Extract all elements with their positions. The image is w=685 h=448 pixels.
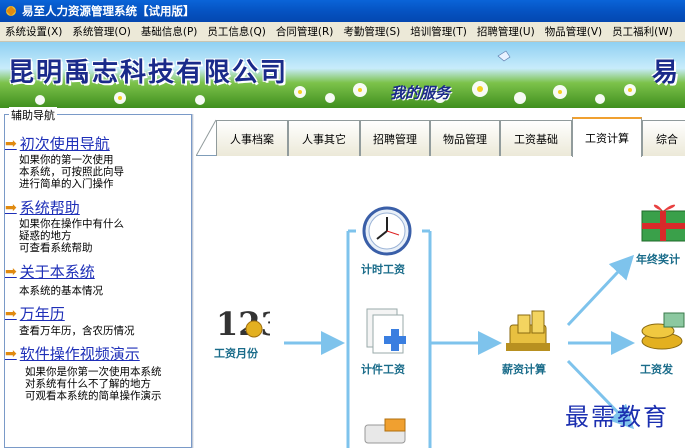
- arrow-right-icon: ➡: [5, 345, 17, 362]
- nav-section-help: ➡ 系统帮助 如果你在操作中有什么 疑惑的地方 可查看系统帮助: [5, 197, 191, 254]
- menu-contract[interactable]: 合同管理(R): [271, 22, 339, 41]
- menu-welfare[interactable]: 员工福利(W): [607, 22, 678, 41]
- nav-desc: 本系统的基本情况: [19, 285, 103, 297]
- tab-salary-basics[interactable]: 工资基础: [500, 120, 572, 156]
- company-name: 昆明禹志科技有限公司: [8, 58, 289, 88]
- tab-strip-corner: [196, 119, 216, 156]
- arrow-right-icon: ➡: [5, 199, 17, 216]
- menu-employee-info[interactable]: 员工信息(Q): [202, 22, 270, 41]
- watermark-text: 最需教育: [565, 403, 669, 431]
- arrow-right-icon: ➡: [5, 263, 17, 280]
- year-end-bonus-node[interactable]: 年终奖计: [636, 197, 685, 269]
- banner-slogan: 我的服务: [390, 84, 451, 102]
- node-label-piece: 计件工资: [361, 363, 405, 376]
- node-label-issue: 工资发: [640, 363, 673, 376]
- nav-desc: 如果你是你第一次使用本系统: [25, 366, 162, 378]
- nav-desc: 可查看系统帮助: [19, 242, 93, 254]
- document-plus-icon: [366, 308, 406, 354]
- menu-attendance[interactable]: 考勤管理(S): [338, 22, 405, 41]
- nav-link-label: 关于本系统: [19, 263, 95, 281]
- node-label-month: 工资月份: [214, 347, 258, 360]
- nav-link-label: 系统帮助: [19, 199, 80, 217]
- company-banner: 昆明禹志科技有限公司 易 我的服务: [0, 42, 685, 108]
- module-tab-strip: 人事档案 人事其它 招聘管理 物品管理 工资基础 工资计算 综合: [196, 114, 685, 157]
- nav-desc: 可观看本系统的简单操作演示: [25, 390, 162, 402]
- menu-recruitment[interactable]: 招聘管理(U): [472, 22, 540, 41]
- salary-calculation-node[interactable]: 薪资计算: [502, 305, 568, 379]
- nav-link-label: 初次使用导航: [19, 135, 110, 153]
- panel-divider[interactable]: [192, 114, 194, 448]
- lower-node-partial[interactable]: [361, 415, 421, 448]
- nav-desc: 疑惑的地方: [19, 230, 72, 242]
- nav-link-about[interactable]: ➡ 关于本系统: [5, 261, 191, 282]
- gift-box-icon: [641, 204, 685, 242]
- title-bar: 易至人力资源管理系统【试用版】: [0, 0, 685, 22]
- node-label-timed: 计时工资: [361, 263, 405, 276]
- piece-wage-node[interactable]: 计件工资: [361, 305, 421, 376]
- tab-personnel-other[interactable]: 人事其它: [288, 120, 360, 156]
- nav-link-label: 软件操作视频演示: [19, 345, 140, 363]
- nav-desc: 对系统有什么不了解的地方: [25, 378, 151, 390]
- menu-training[interactable]: 培训管理(T): [405, 22, 472, 41]
- nav-link-system-help[interactable]: ➡ 系统帮助: [5, 197, 191, 218]
- node-label-bonus: 年终奖计: [636, 253, 680, 266]
- menu-bar: 系统设置(X) 系统管理(O) 基础信息(P) 员工信息(Q) 合同管理(R) …: [0, 22, 685, 42]
- salary-month-node[interactable]: 123 工资月份: [214, 297, 283, 360]
- menu-system-management[interactable]: 系统管理(O): [67, 22, 135, 41]
- nav-section-video-demo: ➡ 软件操作视频演示 如果你是你第一次使用本系统 对系统有什么不了解的地方 可观…: [5, 343, 191, 402]
- nav-desc: 如果你的第一次使用: [19, 154, 114, 166]
- window-title: 易至人力资源管理系统【试用版】: [22, 4, 195, 18]
- tab-recruitment[interactable]: 招聘管理: [360, 120, 430, 156]
- tab-personnel-files[interactable]: 人事档案: [216, 120, 288, 156]
- tab-comprehensive[interactable]: 综合: [642, 120, 685, 156]
- timed-wage-node[interactable]: 计时工资: [361, 205, 421, 276]
- arrow-right-icon: ➡: [5, 305, 17, 322]
- tab-goods[interactable]: 物品管理: [430, 120, 500, 156]
- numbers-123-icon: 123: [216, 305, 283, 343]
- side-panel-legend: 辅助导航: [9, 107, 57, 123]
- nav-section-about: ➡ 关于本系统 本系统的基本情况: [5, 261, 191, 297]
- nav-link-first-use[interactable]: ➡ 初次使用导航: [5, 133, 191, 154]
- tray-icon: [364, 418, 406, 444]
- nav-link-video-demo[interactable]: ➡ 软件操作视频演示: [5, 343, 191, 364]
- nav-desc: 查看万年历，含农历情况: [19, 325, 135, 337]
- side-navigation-panel: 辅助导航 ➡ 初次使用导航 如果你的第一次使用 本系统，可按照此向导 进行简单的…: [4, 107, 192, 448]
- nav-link-label: 万年历: [19, 305, 65, 323]
- menu-goods[interactable]: 物品管理(V): [540, 22, 607, 41]
- money-icon: [641, 312, 685, 350]
- node-label-calc: 薪资计算: [502, 363, 546, 376]
- arrow-right-icon: ➡: [5, 135, 17, 152]
- nav-desc: 进行简单的入门操作: [19, 178, 114, 190]
- tab-salary-calculation[interactable]: 工资计算: [572, 117, 642, 157]
- company-name-tail: 易: [652, 58, 679, 88]
- svg-text:123: 123: [216, 305, 270, 343]
- nav-section-calendar: ➡ 万年历 查看万年历，含农历情况: [5, 303, 191, 337]
- coins-stack-icon: [506, 310, 550, 351]
- salary-issue-node[interactable]: 工资发: [636, 307, 685, 379]
- app-icon: [4, 4, 18, 18]
- nav-link-calendar[interactable]: ➡ 万年历: [5, 303, 191, 324]
- menu-basic-info[interactable]: 基础信息(P): [136, 22, 203, 41]
- clock-icon: [362, 206, 412, 256]
- nav-desc: 本系统，可按照此向导: [19, 166, 124, 178]
- nav-section-first-use: ➡ 初次使用导航 如果你的第一次使用 本系统，可按照此向导 进行简单的入门操作: [5, 133, 191, 190]
- menu-system-settings[interactable]: 系统设置(X): [0, 22, 67, 41]
- nav-desc: 如果你在操作中有什么: [19, 218, 124, 230]
